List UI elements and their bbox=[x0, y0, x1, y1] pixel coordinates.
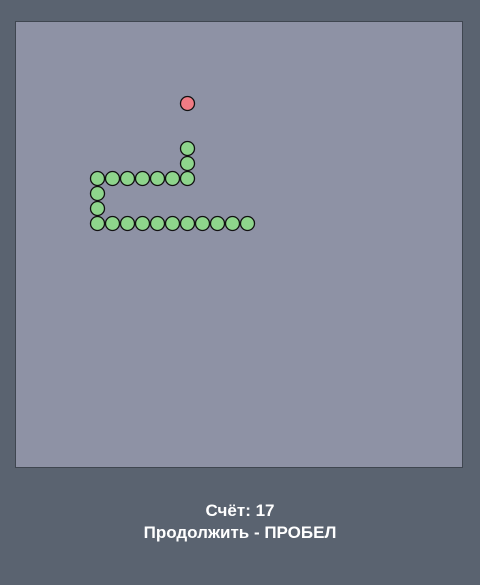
snake-segment bbox=[179, 170, 196, 187]
snake-segment bbox=[164, 170, 181, 187]
snake-segment bbox=[119, 215, 136, 232]
hud: Счёт: 17 Продолжить - ПРОБЕЛ bbox=[0, 500, 480, 544]
snake-segment bbox=[119, 170, 136, 187]
snake-segment bbox=[134, 215, 151, 232]
snake-segment bbox=[179, 215, 196, 232]
snake-segment bbox=[194, 215, 211, 232]
snake-segment bbox=[89, 185, 106, 202]
snake-segment bbox=[89, 170, 106, 187]
snake-segment bbox=[164, 215, 181, 232]
game-field bbox=[89, 95, 256, 232]
continue-hint: Продолжить - ПРОБЕЛ bbox=[143, 523, 337, 542]
game-screen: Счёт: 17 Продолжить - ПРОБЕЛ bbox=[0, 0, 480, 585]
snake-segment bbox=[179, 140, 196, 157]
game-board[interactable] bbox=[15, 21, 463, 468]
snake-segment bbox=[134, 170, 151, 187]
snake-segment bbox=[104, 170, 121, 187]
snake-segment bbox=[149, 170, 166, 187]
snake-segment bbox=[239, 215, 256, 232]
snake-segment bbox=[224, 215, 241, 232]
snake-segment bbox=[104, 215, 121, 232]
snake-segment bbox=[149, 215, 166, 232]
score-label: Счёт: 17 bbox=[205, 501, 275, 520]
snake-segment bbox=[179, 155, 196, 172]
food-apple bbox=[179, 95, 196, 112]
snake-segment bbox=[89, 215, 106, 232]
snake-segment bbox=[89, 200, 106, 217]
snake-segment bbox=[209, 215, 226, 232]
